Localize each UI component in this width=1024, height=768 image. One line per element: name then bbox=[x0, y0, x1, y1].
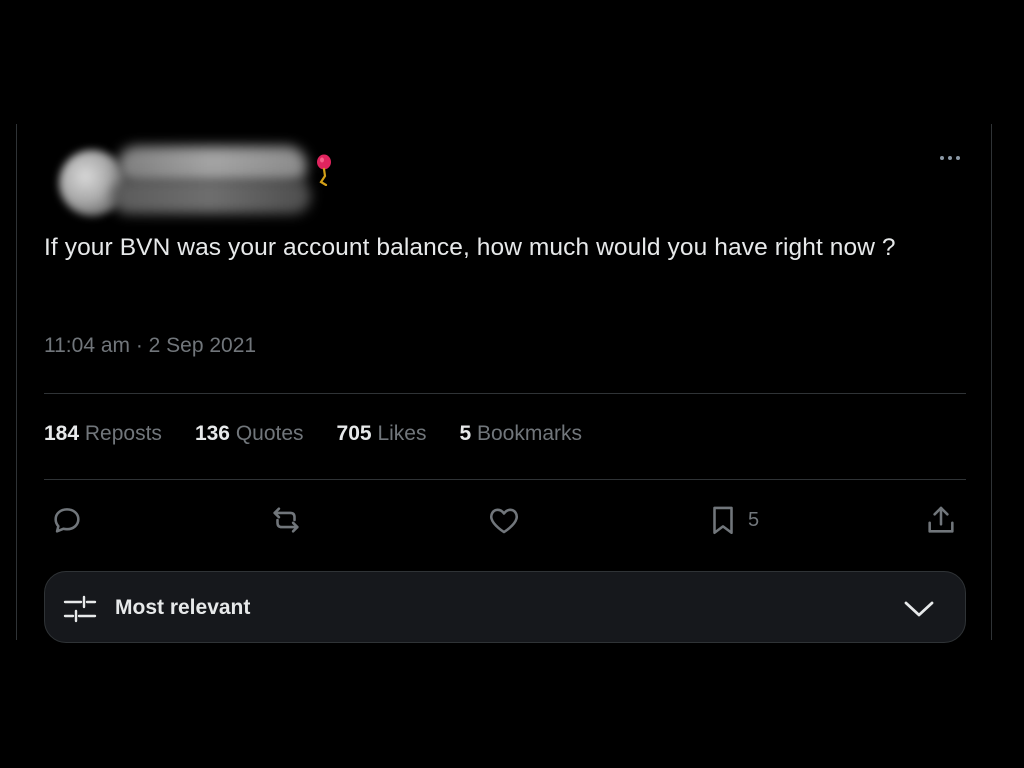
bookmark-button[interactable]: 5 bbox=[706, 500, 759, 540]
stat-number: 705 bbox=[336, 422, 372, 445]
stat-label: Quotes bbox=[235, 422, 304, 445]
stat-reposts[interactable]: 184 Reposts bbox=[44, 422, 162, 446]
action-bar: 5 bbox=[44, 500, 966, 540]
chevron-down-icon bbox=[904, 601, 934, 617]
bookmark-count: 5 bbox=[748, 508, 760, 531]
stat-label: Reposts bbox=[84, 422, 162, 445]
more-options-icon[interactable] bbox=[937, 150, 963, 166]
repost-button[interactable] bbox=[269, 500, 303, 540]
reply-button[interactable] bbox=[50, 500, 84, 540]
blurred-username bbox=[111, 178, 311, 214]
stat-label: Bookmarks bbox=[477, 422, 583, 445]
engagement-stats: 184 Reposts 136 Quotes 705 Likes 5 Bookm… bbox=[44, 422, 582, 446]
bookmark-icon bbox=[713, 506, 733, 535]
divider bbox=[44, 479, 966, 480]
stat-number: 184 bbox=[44, 422, 80, 445]
share-button[interactable] bbox=[924, 500, 958, 540]
tweet-text: If your BVN was your account balance, ho… bbox=[44, 234, 896, 261]
tweet-timestamp[interactable]: 11:04 am · 2 Sep 2021 bbox=[44, 334, 256, 358]
repost-icon bbox=[273, 507, 299, 533]
share-icon bbox=[928, 506, 954, 533]
reply-sort-dropdown[interactable]: Most relevant bbox=[44, 571, 966, 643]
screen: If your BVN was your account balance, ho… bbox=[0, 0, 1024, 768]
reply-icon bbox=[54, 508, 80, 533]
like-button[interactable] bbox=[487, 500, 521, 540]
sort-label: Most relevant bbox=[115, 596, 251, 619]
stat-label: Likes bbox=[377, 422, 427, 445]
author-header[interactable] bbox=[45, 134, 335, 216]
stat-bookmarks[interactable]: 5 Bookmarks bbox=[459, 422, 582, 446]
stat-number: 5 bbox=[459, 422, 472, 445]
stat-quotes[interactable]: 136 Quotes bbox=[195, 422, 304, 446]
sliders-icon bbox=[63, 595, 97, 623]
balloon-pin-icon bbox=[317, 154, 331, 186]
stat-likes[interactable]: 705 Likes bbox=[337, 422, 427, 446]
divider bbox=[44, 393, 966, 394]
stat-number: 136 bbox=[194, 422, 230, 445]
like-icon bbox=[490, 508, 518, 534]
tweet-panel: If your BVN was your account balance, ho… bbox=[16, 124, 992, 643]
